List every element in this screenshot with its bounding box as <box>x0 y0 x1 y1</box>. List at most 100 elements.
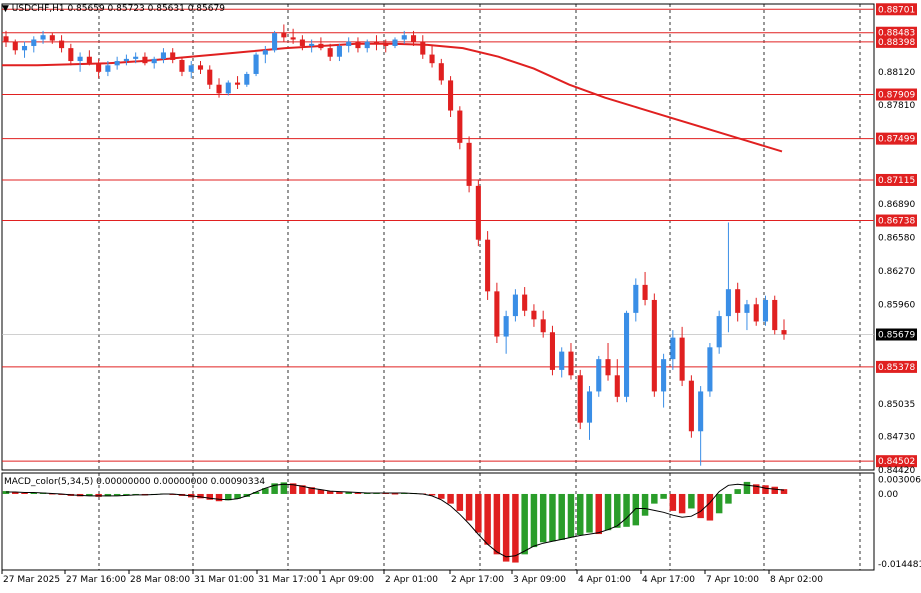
macd-bar <box>604 493 612 531</box>
candle-body <box>142 56 148 64</box>
macd-bar <box>678 493 686 514</box>
macd-bar <box>354 493 362 495</box>
price-axis-label: 0.86738 <box>876 214 917 227</box>
bearish-candle <box>170 48 176 64</box>
bearish-candle <box>614 359 620 403</box>
macd-bar <box>30 493 38 495</box>
candle-body <box>262 50 268 55</box>
price-axis-label: 0.87810 <box>878 101 915 111</box>
bearish-candle <box>457 106 463 150</box>
bullish-candle <box>596 355 602 397</box>
candle-body <box>355 41 361 49</box>
macd-bar <box>549 493 556 542</box>
candle-body <box>235 82 241 85</box>
time-axis-label: 31 Mar 01:00 <box>194 575 254 585</box>
candle-body <box>540 319 546 333</box>
bearish-candle <box>494 282 500 344</box>
price-label-text: 0.85679 <box>878 331 915 341</box>
price-label-text: 0.88701 <box>878 5 915 15</box>
horizontal-levels <box>2 8 874 462</box>
bearish-candle <box>281 24 287 42</box>
bullish-candle <box>262 45 268 64</box>
candle-body <box>549 332 555 370</box>
macd-signal-line <box>6 483 785 558</box>
macd-bar <box>391 493 399 495</box>
price-label-text: 0.87115 <box>878 176 915 186</box>
macd-bar <box>21 493 28 495</box>
macd-bar <box>465 493 473 521</box>
bullish-candle <box>188 61 194 79</box>
time-axis-label: 8 Apr 02:00 <box>770 575 823 585</box>
price-axis-label: 0.88120 <box>878 68 915 78</box>
bearish-candle <box>540 310 546 338</box>
chart-window[interactable]: 0.88701 0.88483 0.88398 0.88120 0.87909 0.878… <box>0 0 921 590</box>
macd-bar <box>623 493 630 527</box>
chart-header: ▼ USDCHF,H1 0.85659 0.85723 0.85631 0.85… <box>2 4 225 15</box>
candle-body <box>86 56 92 64</box>
bearish-candle <box>3 30 9 48</box>
candle-body <box>244 73 250 85</box>
candle-body <box>466 142 472 186</box>
time-axis-label: 27 Mar 2025 <box>3 575 60 585</box>
macd-bar <box>567 493 575 538</box>
price-axis-label: 0.85960 <box>878 300 915 310</box>
candle-body <box>531 310 537 320</box>
candle-body <box>735 289 741 313</box>
bearish-candle <box>235 76 241 90</box>
candle-body <box>522 294 528 311</box>
price-label-text: 0.85035 <box>878 400 915 410</box>
price-axis-label: 0.88701 <box>876 3 917 15</box>
candle-body <box>438 63 444 81</box>
price-axis-label: 0.85679 <box>876 328 917 341</box>
bearish-candle <box>549 325 555 376</box>
candle-body <box>160 52 166 59</box>
candle-body <box>3 36 9 42</box>
time-axis-label: 7 Apr 10:00 <box>706 575 759 585</box>
price-label-text: 0.86580 <box>878 234 915 244</box>
candle-body <box>216 84 222 94</box>
time-axis-label: 1 Apr 09:00 <box>321 575 374 585</box>
macd-bar <box>688 493 695 509</box>
macd-bar <box>484 493 491 545</box>
candle-body <box>170 52 176 60</box>
time-axis: 27 Mar 2025 27 Mar 16:00 28 Mar 08:00 31 Ma… <box>1 570 823 585</box>
candle-body <box>68 48 74 62</box>
bearish-candle <box>68 43 74 66</box>
candle-body <box>383 43 389 46</box>
price-label-text: 0.87499 <box>878 135 915 145</box>
bullish-candle <box>559 347 565 378</box>
bearish-candle <box>485 231 491 300</box>
candle-body <box>12 41 18 51</box>
candle-body <box>744 304 750 313</box>
macd-bar <box>715 493 723 514</box>
bullish-candle <box>160 48 166 64</box>
price-axis-label: 0.87909 <box>876 88 917 101</box>
candle-body <box>151 58 157 64</box>
bullish-candle <box>123 54 129 66</box>
candle-body <box>688 380 694 432</box>
candle-body <box>123 58 129 62</box>
candle-body <box>614 375 620 397</box>
bullish-candle <box>661 353 667 408</box>
bullish-candle <box>114 56 120 70</box>
price-chart-canvas[interactable]: 0.887010.884830.883980.881200.879090.878… <box>0 0 921 590</box>
candles <box>3 24 787 466</box>
bullish-candle <box>716 310 722 354</box>
candle-body <box>605 359 611 376</box>
macd-axis-label: 0.0030061 <box>878 475 921 485</box>
macd-title: MACD_color(5,34,5) 0.00000000 0.00000000… <box>4 477 266 487</box>
time-axis-label: 27 Mar 16:00 <box>66 575 126 585</box>
bullish-candle <box>503 310 509 354</box>
macd-axis-label: 0.00 <box>878 490 898 500</box>
macd-axis-label: -0.0144810 <box>878 560 921 570</box>
bearish-candle <box>772 295 778 335</box>
bearish-candle <box>753 297 759 326</box>
macd-bar <box>215 493 223 502</box>
candle-body <box>512 294 518 317</box>
macd-bar <box>614 493 621 528</box>
candle-body <box>49 35 55 41</box>
dropdown-arrow-icon[interactable]: ▼ <box>2 4 9 14</box>
bullish-candle <box>744 299 750 331</box>
candle-body <box>707 347 713 392</box>
price-label-text: 0.86270 <box>878 267 915 277</box>
